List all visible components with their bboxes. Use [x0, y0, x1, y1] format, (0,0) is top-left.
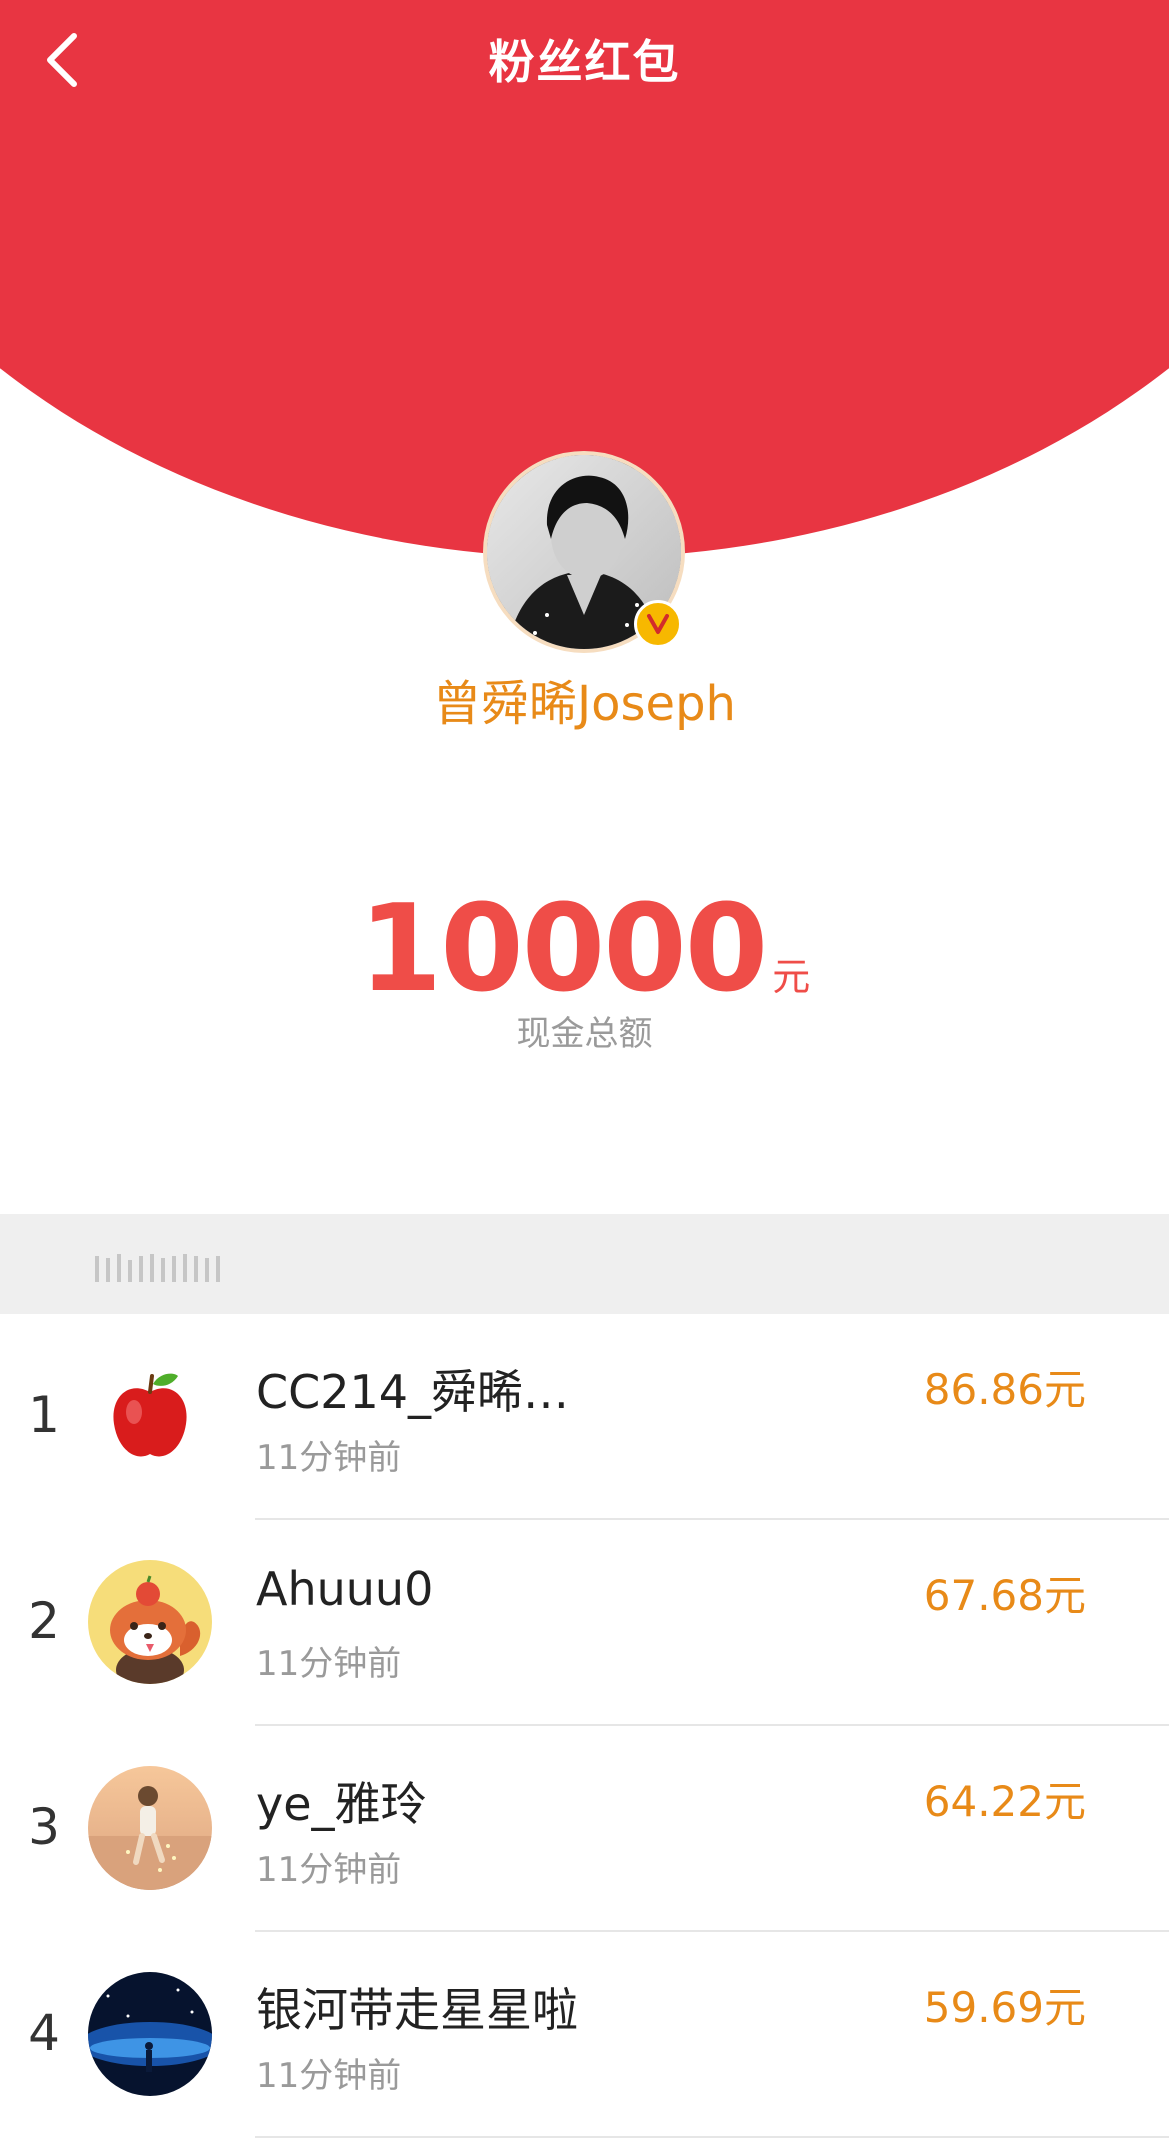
- received-time: 11分钟前: [256, 1850, 402, 1890]
- total-unit: 元: [772, 955, 811, 999]
- received-time: 11分钟前: [256, 1644, 402, 1684]
- red-panda-avatar[interactable]: [88, 1560, 212, 1684]
- beach-child-avatar[interactable]: [88, 1766, 212, 1890]
- recipient-name[interactable]: 银河带走星星啦: [256, 1974, 578, 2040]
- galaxy-avatar[interactable]: [88, 1972, 212, 2096]
- section-header-bar: [0, 1214, 1169, 1314]
- verified-v-icon: [634, 600, 682, 648]
- owner-name[interactable]: 曾舜晞Joseph: [0, 664, 1169, 734]
- received-time: 11分钟前: [256, 2056, 402, 2096]
- list-item[interactable]: 1 CC214_舜晞… 11分钟前 86.86元: [0, 1314, 1169, 1520]
- total-amount-block: 10000 元: [0, 880, 1169, 1019]
- received-amount: 86.86元: [923, 1365, 1086, 1414]
- received-amount: 67.68元: [923, 1571, 1086, 1620]
- received-amount: 59.69元: [923, 1983, 1086, 2032]
- rank-number: 4: [28, 2004, 60, 2062]
- page-title: 粉丝红包: [488, 35, 681, 89]
- recipient-name[interactable]: ye_雅玲: [256, 1768, 427, 1834]
- section-header-text-blurred: [95, 1254, 220, 1282]
- rank-number: 3: [28, 1798, 60, 1856]
- recipient-name[interactable]: CC214_舜晞…: [256, 1356, 569, 1422]
- received-amount: 64.22元: [923, 1777, 1086, 1826]
- list-item[interactable]: 2 Ahuuu0 11分钟前 67.68元: [0, 1520, 1169, 1726]
- total-label: 现金总额: [516, 1014, 653, 1054]
- recipient-list: 1 CC214_舜晞… 11分钟前 86.86元 2 Ahuuu0 11分钟前 …: [0, 1314, 1169, 2138]
- apple-icon[interactable]: [88, 1354, 212, 1478]
- list-item[interactable]: 3 ye_雅玲 11分钟前 64.22元: [0, 1726, 1169, 1932]
- received-time: 11分钟前: [256, 1438, 402, 1478]
- divider: [255, 2136, 1169, 2138]
- recipient-name[interactable]: Ahuuu0: [256, 1562, 433, 1616]
- rank-number: 1: [28, 1386, 60, 1444]
- list-item[interactable]: 4 银河带走星星啦 11分钟前 59.69元: [0, 1932, 1169, 2138]
- total-amount: 10000: [358, 880, 768, 1019]
- rank-number: 2: [28, 1592, 60, 1650]
